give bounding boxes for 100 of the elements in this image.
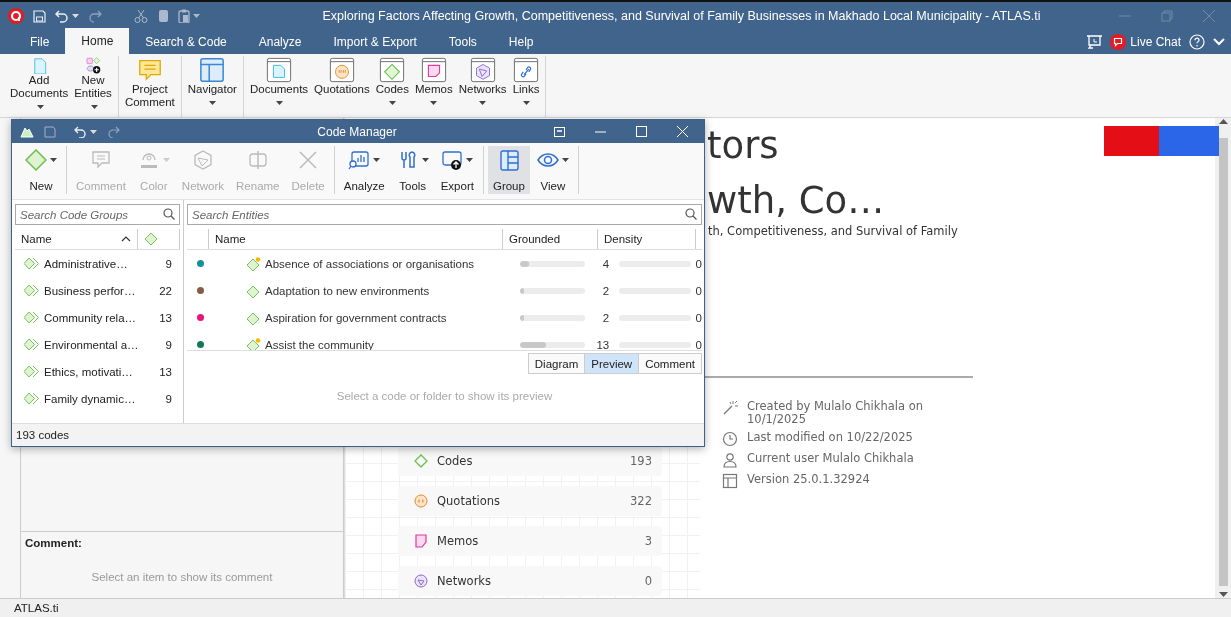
delete-icon bbox=[297, 149, 320, 171]
redo-icon bbox=[88, 9, 102, 23]
code-group-count: 22 bbox=[159, 284, 172, 297]
count-value: 0 bbox=[644, 574, 652, 588]
comment-label: Comment: bbox=[25, 537, 83, 549]
search-icon bbox=[163, 208, 175, 220]
column-header[interactable]: Name bbox=[215, 233, 246, 245]
codes-button[interactable]: Codes bbox=[372, 56, 412, 114]
entities-button[interactable]: New Entities bbox=[71, 56, 115, 114]
code-group-name[interactable]: Business perfor… bbox=[44, 284, 156, 297]
column-header[interactable]: Name bbox=[21, 233, 52, 245]
view-tab[interactable]: Comment bbox=[638, 353, 702, 374]
code-name[interactable]: Aspiration for government contracts bbox=[265, 311, 447, 324]
menu-tab[interactable]: Analyze bbox=[242, 30, 318, 54]
caret-icon bbox=[72, 14, 79, 18]
count-label: Networks bbox=[437, 574, 491, 588]
column-header[interactable]: Grounded bbox=[509, 233, 561, 245]
diamond-icon bbox=[25, 149, 47, 171]
scrollbar-thumb[interactable] bbox=[1218, 138, 1228, 586]
save-icon bbox=[44, 125, 56, 138]
export-button[interactable]: Export bbox=[435, 146, 479, 194]
view-tab[interactable]: Preview bbox=[584, 353, 640, 374]
menu-tab[interactable]: Tools bbox=[432, 30, 493, 54]
code-group-icon bbox=[24, 257, 40, 270]
code-group-icon bbox=[24, 284, 40, 297]
network-icon bbox=[414, 574, 428, 588]
density-count: 0 bbox=[694, 257, 702, 270]
menu-tab[interactable]: Help bbox=[492, 30, 550, 54]
count-label: Memos bbox=[437, 534, 479, 548]
grounded-count: 4 bbox=[601, 257, 610, 270]
project-title: wth, Co… bbox=[707, 178, 885, 224]
view-tab[interactable]: Diagram bbox=[527, 353, 586, 374]
menu-tab[interactable]: Home bbox=[65, 28, 130, 54]
count-card[interactable]: Networks 0 bbox=[398, 566, 662, 596]
analyze-button[interactable]: Analyze bbox=[338, 146, 390, 194]
menu-tab[interactable]: File bbox=[14, 30, 66, 54]
code-group-name[interactable]: Family dynamic… bbox=[44, 392, 162, 405]
code-group-name[interactable]: Ethics, motivati… bbox=[44, 365, 156, 378]
close-icon bbox=[677, 126, 688, 137]
chart-icon bbox=[348, 149, 371, 171]
code-group-icon bbox=[24, 392, 40, 405]
quotations-icon bbox=[328, 57, 355, 83]
memos-button[interactable]: Memos bbox=[412, 56, 456, 114]
quotation-icon bbox=[414, 494, 428, 508]
comment-icon bbox=[136, 57, 163, 83]
quotations-button[interactable]: Quotations bbox=[311, 56, 373, 114]
project-info: Current user Mulalo Chikhala bbox=[747, 452, 915, 465]
density-count: 0 bbox=[694, 311, 702, 324]
count-value: 322 bbox=[630, 494, 652, 508]
menu-tab[interactable]: Import & Export bbox=[317, 30, 433, 54]
window-title: Code Manager bbox=[316, 124, 398, 139]
new-button[interactable]: New bbox=[20, 146, 62, 194]
presentation-icon bbox=[1086, 34, 1103, 50]
networks-button[interactable]: Networks bbox=[455, 56, 510, 114]
add-documents-button[interactable]: Add Documents bbox=[7, 56, 72, 114]
code-name[interactable]: Assist the community bbox=[265, 338, 374, 350]
code-group-count: 9 bbox=[165, 338, 172, 351]
code-group-name[interactable]: Administrative… bbox=[44, 257, 162, 270]
density-count: 0 bbox=[694, 338, 702, 350]
comment-icon bbox=[89, 149, 112, 171]
menu-tab[interactable]: Search & Code bbox=[129, 30, 243, 54]
code-group-count: 9 bbox=[165, 257, 172, 270]
links-button[interactable]: Links bbox=[509, 56, 543, 114]
comment-button[interactable]: Project Comment bbox=[121, 56, 178, 114]
project-info: Created by Mulalo Chikhala on 10/1/2025 bbox=[747, 400, 924, 426]
documents-button[interactable]: Documents bbox=[246, 56, 312, 114]
navigator-button[interactable]: Navigator bbox=[184, 56, 240, 114]
user-icon bbox=[722, 452, 738, 468]
code-group-name[interactable]: Environmental a… bbox=[44, 338, 162, 351]
count-card[interactable]: Codes 193 bbox=[398, 446, 662, 476]
search-field[interactable]: Search Code Groups bbox=[15, 204, 180, 225]
grounded-count: 2 bbox=[601, 311, 610, 324]
count-label: Codes bbox=[437, 454, 473, 468]
sort-up-icon bbox=[121, 236, 132, 242]
code-group-name[interactable]: Community rela… bbox=[44, 311, 156, 324]
status-text: ATLAS.ti bbox=[14, 602, 59, 614]
column-header[interactable]: Density bbox=[604, 233, 643, 245]
group-button[interactable]: Group bbox=[487, 146, 530, 194]
code-icon bbox=[414, 454, 428, 468]
density-count: 0 bbox=[694, 284, 702, 297]
magic-wand-icon bbox=[722, 400, 738, 416]
code-name[interactable]: Adaptation to new environments bbox=[265, 284, 430, 297]
code-group-icon bbox=[24, 338, 40, 351]
hexagon-icon bbox=[191, 149, 214, 171]
project-subtitle: th, Competitiveness, and Survival of Family bbox=[707, 224, 959, 238]
tools-button[interactable]: Tools bbox=[391, 146, 434, 194]
panel-icon bbox=[497, 149, 520, 171]
count-card[interactable]: Memos 3 bbox=[398, 526, 662, 556]
project-info: Version 25.0.1.32924 bbox=[747, 473, 871, 486]
memos-icon bbox=[420, 57, 447, 83]
save-icon bbox=[33, 9, 46, 23]
code-group-count: 13 bbox=[159, 365, 172, 378]
view-button[interactable]: View bbox=[531, 146, 574, 194]
preview-message: Select a code or folder to show its preview bbox=[335, 390, 554, 402]
search-field[interactable]: Search Entities bbox=[187, 204, 702, 225]
undo-icon bbox=[74, 125, 87, 138]
live-chat-button[interactable]: Live Chat bbox=[1110, 34, 1181, 50]
count-card[interactable]: Quotations 322 bbox=[398, 486, 662, 516]
layout-icon bbox=[722, 473, 738, 489]
code-name[interactable]: Absence of associations or organisations bbox=[265, 257, 475, 270]
